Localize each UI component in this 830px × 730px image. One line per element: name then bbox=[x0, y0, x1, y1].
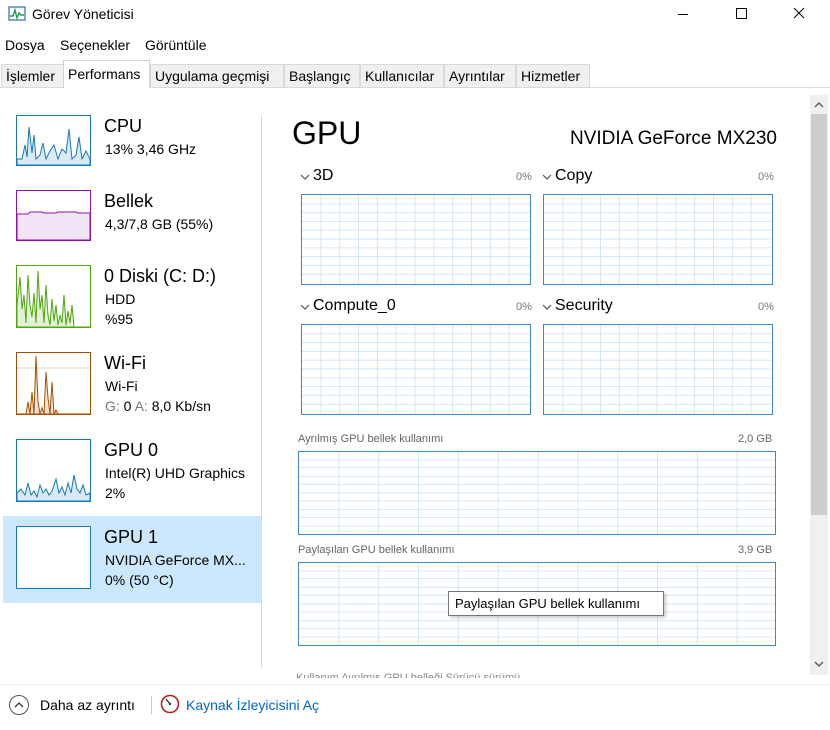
engine-selector-copy[interactable]: Copy bbox=[555, 167, 592, 185]
sidebar-item-detail: NVIDIA GeForce MX... bbox=[105, 552, 246, 568]
close-button[interactable] bbox=[776, 0, 822, 30]
chevron-down-icon[interactable] bbox=[542, 303, 552, 311]
dedicated-memory-graph bbox=[298, 451, 776, 535]
sidebar-item-detail: HDD bbox=[105, 291, 136, 307]
task-manager-icon bbox=[8, 6, 26, 21]
tab-performance[interactable]: Performans bbox=[63, 60, 150, 88]
memory-thumbnail-graph bbox=[16, 190, 91, 241]
sidebar-item-detail: Wi-Fi bbox=[105, 378, 138, 394]
stats-row-clipped: Kullanım Ayrılmış GPU belleği Sürücü sür… bbox=[296, 672, 521, 678]
sidebar-item-detail: 13% 3,46 GHz bbox=[105, 141, 197, 157]
sidebar-item-gpu1[interactable]: GPU 1 NVIDIA GeForce MX... 0% (50 °C) bbox=[3, 516, 261, 603]
disk-thumbnail-graph bbox=[16, 265, 91, 328]
menu-view[interactable]: Görüntüle bbox=[145, 37, 206, 53]
engine-graph-copy bbox=[543, 194, 773, 285]
shared-memory-max: 3,9 GB bbox=[738, 544, 773, 556]
sidebar-item-detail: 4,3/7,8 GB (55%) bbox=[105, 216, 214, 232]
sidebar-item-cpu[interactable]: CPU 13% 3,46 GHz bbox=[3, 105, 261, 192]
engine-graph-security bbox=[543, 324, 773, 415]
chevron-down-icon[interactable] bbox=[542, 173, 552, 181]
scroll-up-icon[interactable] bbox=[810, 96, 828, 114]
menu-options[interactable]: Seçenekler bbox=[60, 37, 130, 53]
sidebar-divider bbox=[261, 115, 262, 668]
footer-separator bbox=[151, 696, 152, 714]
maximize-button[interactable] bbox=[718, 0, 764, 30]
sidebar-item-memory[interactable]: Bellek 4,3/7,8 GB (55%) bbox=[3, 180, 261, 267]
minimize-icon bbox=[678, 14, 688, 15]
title-bar: Görev Yöneticisi bbox=[0, 0, 830, 30]
sidebar-item-detail: Intel(R) UHD Graphics bbox=[105, 465, 246, 481]
sidebar-item-gpu0[interactable]: GPU 0 Intel(R) UHD Graphics 2% bbox=[3, 429, 261, 516]
tab-processes[interactable]: İşlemler bbox=[1, 64, 64, 87]
engine-graph-compute bbox=[301, 324, 531, 415]
sidebar-item-title: CPU bbox=[104, 116, 143, 136]
receive-value: 8,0 Kb/sn bbox=[151, 398, 211, 414]
maximize-icon bbox=[736, 8, 747, 19]
resource-monitor-icon bbox=[160, 694, 180, 714]
gpu-model-name: NVIDIA GeForce MX230 bbox=[570, 128, 777, 149]
page-title: GPU bbox=[292, 115, 362, 151]
sidebar-item-detail-2: %95 bbox=[105, 311, 134, 327]
engine-graph-3d bbox=[301, 194, 531, 285]
send-value: 0 bbox=[123, 398, 132, 414]
dedicated-memory-label: Ayrılmış GPU bellek kullanımı bbox=[298, 433, 444, 445]
engine-selector-security[interactable]: Security bbox=[555, 297, 613, 315]
menu-file[interactable]: Dosya bbox=[5, 37, 45, 53]
engine-selector-compute[interactable]: Compute_0 bbox=[313, 297, 396, 315]
gpu0-thumbnail-graph bbox=[16, 439, 91, 502]
engine-selector-3d[interactable]: 3D bbox=[313, 167, 333, 185]
send-label: G: bbox=[105, 398, 120, 414]
tab-details[interactable]: Ayrıntılar bbox=[444, 64, 516, 87]
scrollbar-thumb[interactable] bbox=[811, 114, 827, 515]
close-icon bbox=[793, 7, 805, 19]
shared-memory-label: Paylaşılan GPU bellek kullanımı bbox=[298, 544, 455, 556]
tooltip: Paylaşılan GPU bellek kullanımı bbox=[448, 591, 664, 616]
sidebar-item-title: Bellek bbox=[104, 191, 154, 211]
engine-usage-compute: 0% bbox=[516, 301, 532, 313]
sidebar-item-detail-2: G: 0 A: 8,0 Kb/sn bbox=[105, 398, 211, 414]
tab-app-history[interactable]: Uygulama geçmişi bbox=[150, 64, 284, 87]
sidebar-item-title: 0 Diski (C: D:) bbox=[104, 266, 216, 286]
chevron-up-circle-icon[interactable] bbox=[8, 694, 30, 716]
tab-services[interactable]: Hizmetler bbox=[516, 64, 590, 87]
gpu1-thumbnail-graph bbox=[16, 526, 91, 589]
window-title: Görev Yöneticisi bbox=[32, 6, 134, 22]
sidebar-item-title: GPU 1 bbox=[104, 527, 159, 547]
cpu-thumbnail-graph bbox=[16, 115, 91, 166]
sidebar-item-disk[interactable]: 0 Diski (C: D:) HDD %95 bbox=[3, 255, 261, 342]
sidebar-item-wifi[interactable]: Wi-Fi Wi-Fi G: 0 A: 8,0 Kb/sn bbox=[3, 342, 261, 429]
sidebar-item-title: Wi-Fi bbox=[104, 353, 146, 373]
engine-usage-copy: 0% bbox=[758, 171, 774, 183]
scroll-down-icon[interactable] bbox=[810, 655, 828, 673]
tab-users[interactable]: Kullanıcılar bbox=[360, 64, 444, 87]
chevron-down-icon[interactable] bbox=[300, 173, 310, 181]
wifi-thumbnail-graph bbox=[16, 352, 91, 415]
engine-usage-security: 0% bbox=[758, 301, 774, 313]
sidebar-item-detail-2: 0% (50 °C) bbox=[105, 572, 174, 588]
engine-usage-3d: 0% bbox=[516, 171, 532, 183]
tab-startup[interactable]: Başlangıç bbox=[284, 64, 360, 87]
chevron-down-icon[interactable] bbox=[300, 303, 310, 311]
minimize-button[interactable] bbox=[660, 0, 706, 30]
fewer-details-button[interactable]: Daha az ayrıntı bbox=[40, 697, 135, 713]
sidebar-item-title: GPU 0 bbox=[104, 440, 159, 460]
sidebar-item-detail-2: 2% bbox=[105, 485, 126, 501]
footer-divider bbox=[0, 684, 830, 685]
dedicated-memory-max: 2,0 GB bbox=[738, 433, 773, 445]
open-resource-monitor-link[interactable]: Kaynak İzleyicisini Aç bbox=[186, 697, 319, 713]
receive-label: A: bbox=[134, 398, 148, 414]
